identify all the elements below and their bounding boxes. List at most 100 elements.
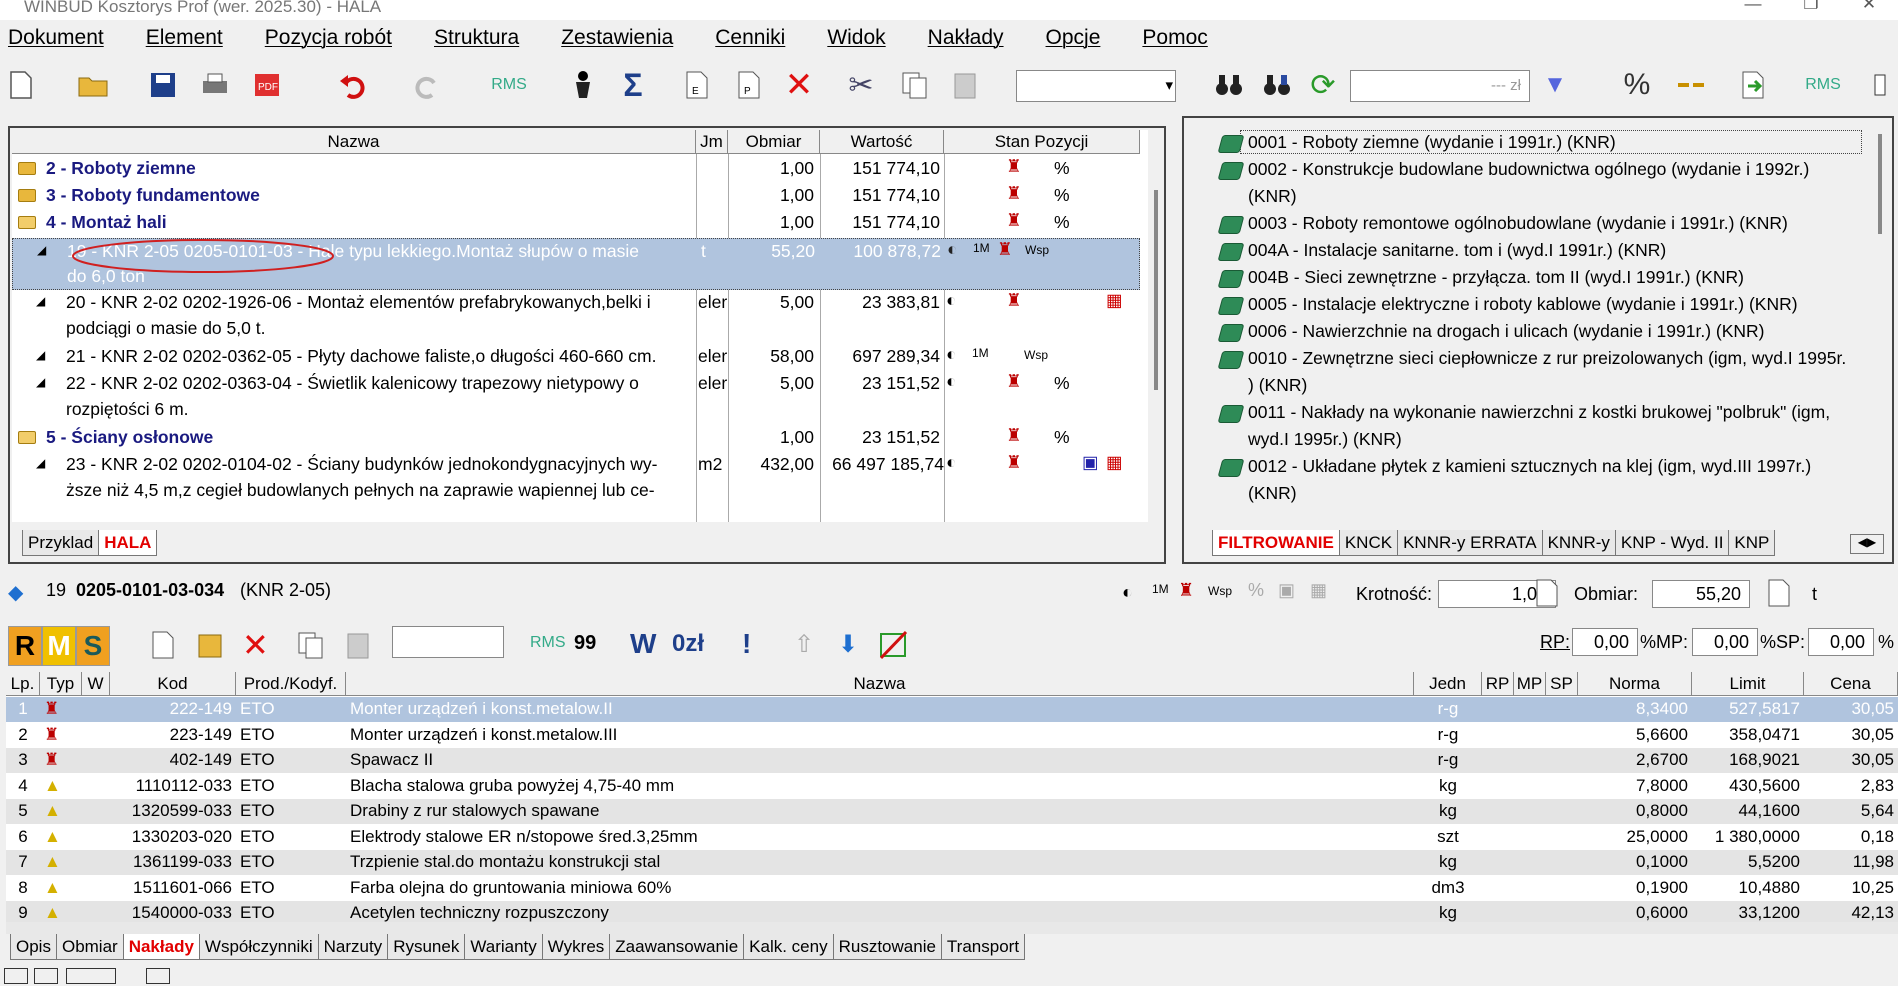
menu-pozycja-robot[interactable]: Pozycja robót xyxy=(265,20,392,56)
col-header-rp[interactable]: RP xyxy=(1482,672,1514,696)
resource-row[interactable]: 3 ♜ 402-149 ETO Spawacz II r-g 2,6700 168,9021 3… xyxy=(6,748,1898,773)
tab-wykres[interactable]: Wykres xyxy=(541,934,611,960)
obmiar-field[interactable]: 55,20 xyxy=(1652,580,1750,608)
expand-triangle-icon[interactable]: ◢ xyxy=(36,375,45,389)
table-row[interactable]: 5 - Ściany osłonowe 1,00 23 151,52 ♜ % xyxy=(12,425,1140,452)
col-header-wartosc[interactable]: Wartość xyxy=(820,130,944,154)
rms-icon[interactable]: RMS xyxy=(530,634,566,652)
expand-triangle-icon[interactable]: ◢ xyxy=(36,294,45,308)
menu-pomoc[interactable]: Pomoc xyxy=(1142,20,1207,56)
vertical-scrollbar[interactable] xyxy=(1150,130,1164,522)
binoculars-icon[interactable] xyxy=(1212,68,1246,102)
col-header-stan-pozycji[interactable]: Stan Pozycji xyxy=(944,130,1140,154)
col-header-jedn[interactable]: Jedn xyxy=(1414,672,1482,696)
col-header-norma[interactable]: Norma xyxy=(1578,672,1692,696)
table-row[interactable]: ◢ 20 - KNR 2-02 0202-1926-06 - Montaż el… xyxy=(12,290,1140,344)
export-p-icon[interactable]: P xyxy=(732,68,766,102)
table-row[interactable]: ◢ 22 - KNR 2-02 0202-0363-04 - Świetlik … xyxy=(12,371,1140,425)
copy-icon[interactable] xyxy=(898,68,932,102)
tab-knnr[interactable]: KNNR-y xyxy=(1541,530,1616,556)
exclamation-icon[interactable]: ! xyxy=(742,628,751,660)
new-document-icon[interactable] xyxy=(4,68,38,102)
99-icon[interactable]: 99 xyxy=(574,632,596,655)
col-header-limit[interactable]: Limit xyxy=(1692,672,1804,696)
paste-icon[interactable] xyxy=(948,68,982,102)
worker-icon[interactable] xyxy=(566,68,600,102)
col-header-w[interactable]: W xyxy=(82,672,110,696)
filter-icon[interactable]: ▼ xyxy=(1538,68,1572,102)
col-header-mp[interactable]: MP xyxy=(1514,672,1546,696)
resource-row[interactable]: 4 ▲ 1110112-033 ETO Blacha stalowa gruba pow… xyxy=(6,773,1898,799)
tab-zaawansowanie[interactable]: Zaawansowanie xyxy=(609,934,745,960)
col-header-nazwa[interactable]: Nazwa xyxy=(346,672,1414,696)
print-icon[interactable] xyxy=(198,68,232,102)
tab-kalk-ceny[interactable]: Kalk. ceny xyxy=(743,934,834,960)
table-row[interactable]: ◢ 23 - KNR 2-02 0202-0104-02 - Ściany bu… xyxy=(12,452,1140,506)
tab-rusztowanie[interactable]: Rusztowanie xyxy=(832,934,942,960)
tab-scroll-arrows[interactable]: ◀▶ xyxy=(1850,534,1884,554)
tab-rysunek[interactable]: Rysunek xyxy=(387,934,466,960)
resource-search-input[interactable] xyxy=(392,626,504,658)
tab-transport[interactable]: Transport xyxy=(940,934,1026,960)
col-header-cena[interactable]: Cena xyxy=(1804,672,1898,696)
tab-przyklad[interactable]: Przyklad xyxy=(22,530,100,556)
resource-row[interactable]: 6 ▲ 1330203-020 ETO Elektrody stalowe ER n/s… xyxy=(6,824,1898,850)
refresh-icon[interactable]: ⟳ xyxy=(1306,68,1340,102)
layout-icon[interactable] xyxy=(4,968,28,984)
document-icon[interactable] xyxy=(1534,578,1560,613)
tab-wspolczynniki[interactable]: Współczynniki xyxy=(198,934,319,960)
cut-icon[interactable]: ✂ xyxy=(844,68,878,102)
rms-icon[interactable]: RMS xyxy=(491,68,527,102)
table-row[interactable]: ◢ 21 - KNR 2-02 0202-0362-05 - Płyty dac… xyxy=(12,344,1140,371)
tab-hala[interactable]: HALA xyxy=(98,530,158,556)
tab-knp[interactable]: KNP xyxy=(1728,530,1776,556)
col-header-typ[interactable]: Typ xyxy=(40,672,82,696)
arrow-down-icon[interactable]: ⬇ xyxy=(838,630,858,659)
delete-icon[interactable]: ✕ xyxy=(782,66,816,104)
tab-obmiar[interactable]: Obmiar xyxy=(55,934,124,960)
s-button[interactable]: S xyxy=(76,626,110,666)
rms-refresh-icon[interactable]: RMS xyxy=(1805,68,1841,102)
more-icon[interactable] xyxy=(1864,68,1898,102)
copy-icon[interactable] xyxy=(296,630,326,665)
col-header-obmiar[interactable]: Obmiar xyxy=(728,130,820,154)
zoom-select[interactable]: ▾ xyxy=(1016,70,1176,102)
col-header-prod[interactable]: Prod./Kodyf. xyxy=(236,672,346,696)
rp-field[interactable]: 0,00 xyxy=(1572,628,1638,656)
col-header-kod[interactable]: Kod xyxy=(110,672,236,696)
mp-field[interactable]: 0,00 xyxy=(1692,628,1758,656)
tab-warianty[interactable]: Warianty xyxy=(464,934,543,960)
col-header-sp[interactable]: SP xyxy=(1546,672,1578,696)
layout-icon[interactable] xyxy=(34,968,58,984)
pdf-icon[interactable]: PDF xyxy=(250,68,284,102)
binoculars-next-icon[interactable] xyxy=(1260,68,1294,102)
resource-row[interactable]: 1 ♜ 222-149 ETO Monter urządzeń i konst.meta… xyxy=(6,697,1898,722)
w-icon[interactable]: W xyxy=(630,628,656,660)
new-document-icon[interactable] xyxy=(150,630,176,665)
expand-triangle-icon[interactable]: ◢ xyxy=(36,456,45,470)
expand-triangle-icon[interactable]: ◢ xyxy=(36,348,45,362)
sum-icon[interactable]: Σ xyxy=(616,67,650,103)
menu-struktura[interactable]: Struktura xyxy=(434,20,519,56)
r-button[interactable]: R xyxy=(8,626,42,666)
price-filter-input[interactable]: --- zł xyxy=(1350,70,1530,102)
layout-icon[interactable] xyxy=(66,968,116,984)
menu-widok[interactable]: Widok xyxy=(827,20,885,56)
table-row[interactable]: 4 - Montaż hali 1,00 151 774,10 ♜ % xyxy=(12,210,1140,237)
tab-filtrowanie[interactable]: FILTROWANIE xyxy=(1212,530,1340,556)
menu-dokument[interactable]: Dokument xyxy=(8,20,104,56)
export-e-icon[interactable]: E xyxy=(680,68,714,102)
resource-row[interactable]: 7 ▲ 1361199-033 ETO Trzpienie stal.do montaż… xyxy=(6,850,1898,875)
col-header-lp[interactable]: Lp. xyxy=(6,672,40,696)
document-icon[interactable] xyxy=(1766,578,1792,613)
resource-row[interactable]: 9 ▲ 1540000-033 ETO Acetylen techniczny rozp… xyxy=(6,901,1898,922)
close-button[interactable]: ✕ xyxy=(1840,0,1898,14)
table-row[interactable]: 3 - Roboty fundamentowe 1,00 151 774,10 … xyxy=(12,183,1140,210)
tab-knp-wyd2[interactable]: KNP - Wyd. II xyxy=(1614,530,1730,556)
resource-row[interactable]: 5 ▲ 1320599-033 ETO Drabiny z rur stalowych … xyxy=(6,799,1898,824)
clear-calc-icon[interactable] xyxy=(878,630,908,665)
layout-icon[interactable] xyxy=(146,968,170,984)
menu-naklady[interactable]: Nakłady xyxy=(928,20,1004,56)
zl-icon[interactable]: 0zł xyxy=(672,630,704,658)
tab-knnr-errata[interactable]: KNNR-y ERRATA xyxy=(1397,530,1543,556)
